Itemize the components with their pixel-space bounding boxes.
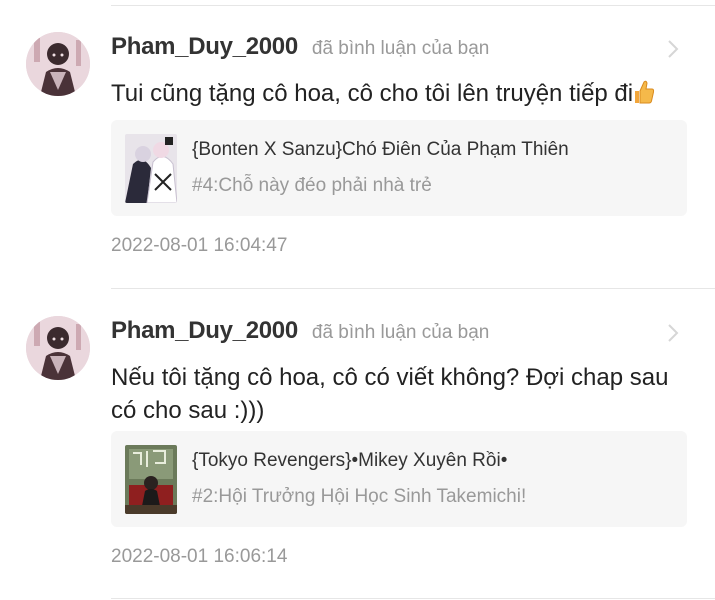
chevron-right-icon[interactable] [665,39,681,59]
chapter-title[interactable]: #2:Hội Trưởng Hội Học Sinh Takemichi! [192,486,526,508]
action-text: đã bình luận của bạn [311,38,490,59]
chapter-title[interactable]: #4:Chỗ này đéo phải nhà trẻ [192,175,432,197]
notification-header: Pham_Duy_2000 đã bình luận của bạn [111,317,489,349]
action-text: đã bình luận của bạn [311,322,490,343]
story-title[interactable]: {Tokyo Revengers}•Mikey Xuyên Rồi• [192,450,507,472]
timestamp: 2022-08-01 16:04:47 [111,235,288,256]
username[interactable]: Pham_Duy_2000 [111,33,298,61]
notification-item[interactable]: Pham_Duy_2000 đã bình luận của bạn Nếu t… [0,289,715,599]
story-cover-image [125,445,177,514]
story-card[interactable]: {Bonten X Sanzu}Chó Điên Của Phạm Thiên … [111,120,687,216]
story-cover-image [125,134,177,203]
story-title[interactable]: {Bonten X Sanzu}Chó Điên Của Phạm Thiên [192,139,569,161]
notification-item[interactable]: Pham_Duy_2000 đã bình luận của bạn Tui c… [0,5,715,288]
avatar[interactable] [26,32,90,96]
divider [111,598,715,599]
username[interactable]: Pham_Duy_2000 [111,317,298,345]
notification-header: Pham_Duy_2000 đã bình luận của bạn [111,33,489,65]
avatar[interactable] [26,316,90,380]
notification-feed: Pham_Duy_2000 đã bình luận của bạn Tui c… [0,0,715,600]
thumbs-up-icon [635,80,655,104]
chevron-right-icon[interactable] [665,323,681,343]
comment-text: Nếu tôi tặng cô hoa, cô có viết không? Đ… [111,364,669,424]
timestamp: 2022-08-01 16:06:14 [111,546,288,567]
comment-body: Tui cũng tặng cô hoa, cô cho tôi lên tru… [111,80,634,107]
story-card[interactable]: {Tokyo Revengers}•Mikey Xuyên Rồi• #2:Hộ… [111,431,687,527]
comment-text: Tui cũng tặng cô hoa, cô cho tôi lên tru… [111,77,691,110]
